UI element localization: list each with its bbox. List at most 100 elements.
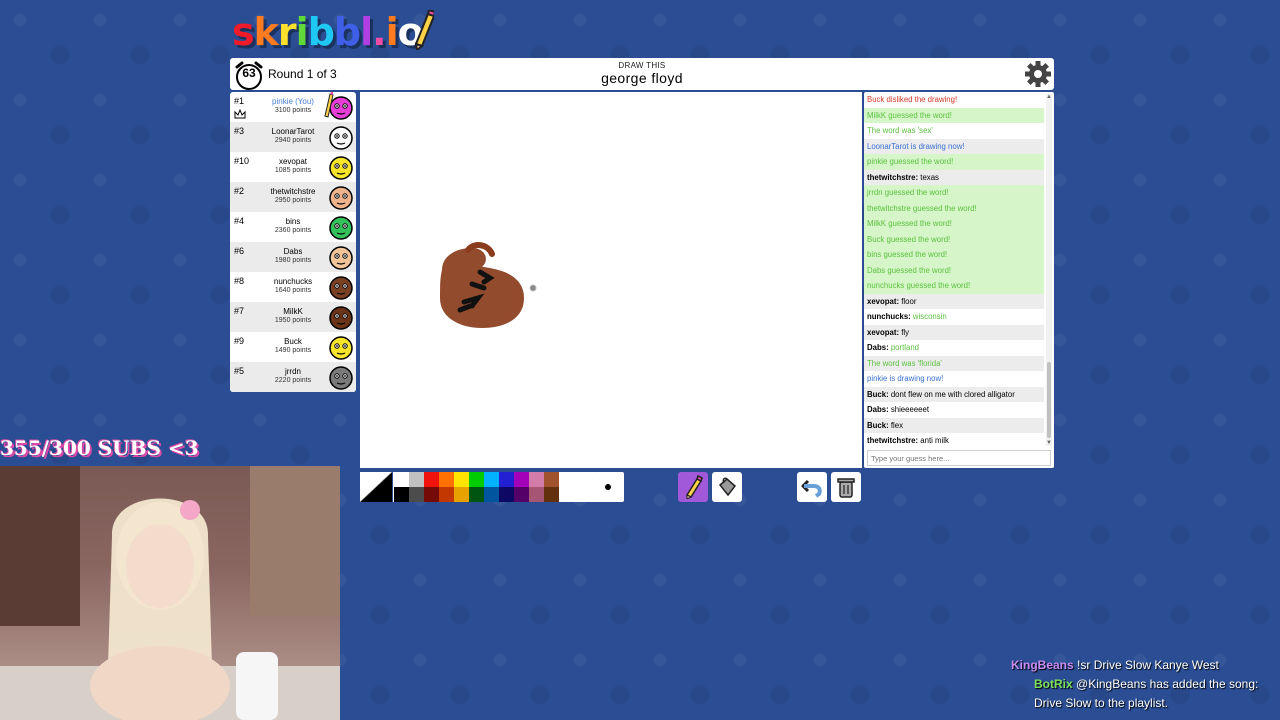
sub-goal-counter: 355/300 SUBS <3 — [0, 436, 199, 460]
chat-message: pinkie guessed the word! — [864, 154, 1044, 170]
draw-this-label: DRAW THIS — [618, 61, 666, 70]
chat-author: xevopat: — [867, 296, 900, 306]
chat-message: nunchucks: wisconsin — [864, 309, 1044, 325]
chat-message: Dabs: shieeeeeet — [864, 402, 1044, 418]
chat-author: Buck: — [867, 420, 889, 430]
player-row[interactable]: #2 thetwitchstre 2950 points — [230, 182, 356, 212]
player-row[interactable]: #4 bins 2360 points — [230, 212, 356, 242]
logo-letter: i — [385, 10, 399, 54]
color-swatch[interactable] — [454, 472, 469, 487]
color-swatch[interactable] — [409, 472, 424, 487]
player-name: bins — [285, 217, 301, 226]
player-avatar — [329, 126, 353, 150]
player-name: Dabs — [283, 247, 303, 256]
color-swatch[interactable] — [499, 472, 514, 487]
chat-message: xevopat: floor — [864, 293, 1044, 309]
color-swatch[interactable] — [409, 487, 424, 502]
logo-letter: b — [307, 10, 335, 54]
color-swatch[interactable] — [484, 487, 499, 502]
color-swatch[interactable] — [514, 487, 529, 502]
game-header: 63 Round 1 of 3 DRAW THIS george floyd — [230, 58, 1054, 90]
player-points: 1950 points — [274, 317, 312, 324]
chat-text: wisconsin — [910, 312, 947, 321]
undo-icon — [801, 479, 822, 498]
player-points: 2360 points — [274, 227, 312, 234]
player-row[interactable]: #8 nunchucks 1640 points — [230, 272, 356, 302]
stream-chat-text: !sr Drive Slow Kanye West — [1077, 658, 1219, 672]
chat-message: Buck guessed the word! — [864, 231, 1044, 247]
guess-input[interactable] — [867, 450, 1051, 466]
color-swatch[interactable] — [544, 472, 559, 487]
logo-letter: . — [372, 10, 386, 54]
player-avatar — [329, 336, 353, 360]
color-swatch[interactable] — [499, 487, 514, 502]
player-row[interactable]: #7 MilkK 1950 points — [230, 302, 356, 332]
player-points: 1085 points — [274, 167, 312, 174]
player-row[interactable]: #5 jrrdn 2220 points — [230, 362, 356, 392]
player-name: MilkK — [283, 307, 303, 316]
player-row[interactable]: #6 Dabs 1980 points — [230, 242, 356, 272]
chat-message: pinkie is drawing now! — [867, 374, 944, 383]
color-swatch[interactable] — [439, 487, 454, 502]
fill-tool[interactable] — [712, 472, 742, 502]
player-rank: #3 — [234, 126, 245, 136]
chat-author: thetwitchstre: — [867, 436, 919, 445]
pencil-icon — [685, 475, 703, 499]
player-points: 1980 points — [274, 257, 312, 264]
chat-author: thetwitchstre: — [867, 172, 919, 182]
chat-scroll-thumb[interactable] — [1047, 362, 1051, 438]
player-rank: #1 — [234, 96, 245, 106]
color-swatch[interactable] — [394, 472, 409, 487]
chat-text: floor — [899, 296, 917, 306]
color-swatch[interactable] — [529, 472, 544, 487]
current-color-indicator — [360, 472, 392, 502]
chat-scrollbar[interactable]: ▲ ▼ — [1046, 94, 1052, 446]
logo-letter: r — [277, 10, 297, 54]
stream-chat-user: KingBeans — [1011, 658, 1074, 672]
player-row[interactable]: #10 xevopat 1085 points — [230, 152, 356, 182]
color-swatch[interactable] — [454, 487, 469, 502]
color-swatch[interactable] — [514, 472, 529, 487]
player-row[interactable]: #1 pinkie (You) 3100 points — [230, 92, 356, 122]
color-swatch[interactable] — [439, 472, 454, 487]
brush-size-button[interactable] — [594, 472, 624, 502]
chat-author: nunchucks: — [867, 312, 911, 321]
color-swatch[interactable] — [529, 487, 544, 502]
color-swatch[interactable] — [424, 487, 439, 502]
skribbl-logo: skribbl.io — [232, 8, 424, 56]
player-avatar — [329, 216, 353, 240]
chat-message: Buck disliked the drawing! — [867, 95, 958, 104]
color-swatch[interactable] — [469, 472, 484, 487]
player-rank: #5 — [234, 366, 245, 376]
clear-tool[interactable] — [831, 472, 861, 502]
chat-message: xevopat: fly — [864, 324, 1044, 340]
color-swatch[interactable] — [544, 487, 559, 502]
pencil-tool[interactable] — [678, 472, 708, 502]
player-rank: #8 — [234, 276, 245, 286]
settings-gear-icon[interactable] — [1024, 60, 1052, 88]
chat-message: Buck: flex — [864, 417, 1044, 433]
chat-author: xevopat: — [867, 327, 900, 337]
chat-message: thetwitchstre guessed the word! — [864, 200, 1044, 216]
undo-tool[interactable] — [797, 472, 827, 502]
color-swatch[interactable] — [469, 487, 484, 502]
player-points: 1640 points — [274, 287, 312, 294]
scroll-down-icon[interactable]: ▼ — [1046, 440, 1052, 446]
stream-chat-line: BotRix @KingBeans has added the song: Dr… — [1000, 675, 1280, 713]
chat-text: texas — [918, 172, 939, 182]
player-avatar — [329, 366, 353, 390]
color-swatch[interactable] — [424, 472, 439, 487]
chat-message: nunchucks guessed the word! — [864, 278, 1044, 294]
player-rank: #10 — [234, 156, 250, 166]
player-avatar — [329, 156, 353, 180]
drawing-canvas[interactable] — [360, 92, 862, 468]
chat-text: portland — [888, 343, 920, 352]
scroll-up-icon[interactable]: ▲ — [1046, 94, 1052, 100]
chat-text: fly — [899, 327, 910, 337]
color-swatch[interactable] — [394, 487, 409, 502]
player-row[interactable]: #3 LoonarTarot 2940 points — [230, 122, 356, 152]
stream-chat-line: KingBeans !sr Drive Slow Kanye West — [1000, 656, 1280, 675]
player-row[interactable]: #9 Buck 1490 points — [230, 332, 356, 362]
color-swatch[interactable] — [484, 472, 499, 487]
chat-message: Dabs guessed the word! — [864, 262, 1044, 278]
